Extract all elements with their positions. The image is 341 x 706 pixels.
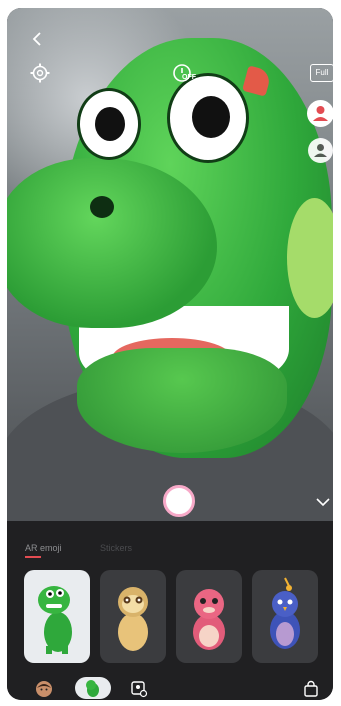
pink-creature-emoji-icon [193,589,225,650]
dino-nostril [90,196,114,218]
gear-icon[interactable] [29,62,51,84]
dino-jaw [77,348,287,453]
full-view-button[interactable]: Full [310,64,333,82]
dino-right-eye [167,73,249,163]
dino-cheek [287,198,333,318]
multi-person-mode-button[interactable] [308,138,333,163]
emoji-card-dino[interactable] [24,570,90,663]
tab-ar-emoji[interactable]: AR emoji [25,543,62,553]
tab-stickers[interactable]: Stickers [100,543,132,553]
emoji-settings-button[interactable] [130,680,148,703]
shutter-button[interactable] [163,485,195,517]
dino-emoji-icon [38,586,72,654]
chevron-down-icon[interactable] [314,496,332,508]
active-tab-indicator [25,556,41,558]
camera-preview: OFF Full [7,8,333,521]
timer-status-label: OFF [182,74,196,81]
single-person-mode-button[interactable] [307,100,333,127]
person-icon [314,144,327,157]
emoji-card-sloth[interactable] [100,570,166,663]
sloth-emoji-icon [118,587,148,651]
my-emoji-avatar-icon [36,681,52,697]
emoji-card-blue-bird[interactable] [252,570,318,663]
dino-emoji-tab-button[interactable] [75,677,111,699]
emoji-settings-icon [131,681,148,698]
store-button[interactable] [302,680,320,703]
dino-emoji-icon [86,680,99,697]
dino-left-eye [77,88,141,160]
back-icon[interactable] [29,30,47,48]
emoji-card-pink-creature[interactable] [176,570,242,663]
blue-bird-emoji-icon [270,577,300,649]
my-emoji-avatar-button[interactable] [35,680,53,703]
store-bag-icon [304,680,318,697]
person-icon [313,106,328,121]
